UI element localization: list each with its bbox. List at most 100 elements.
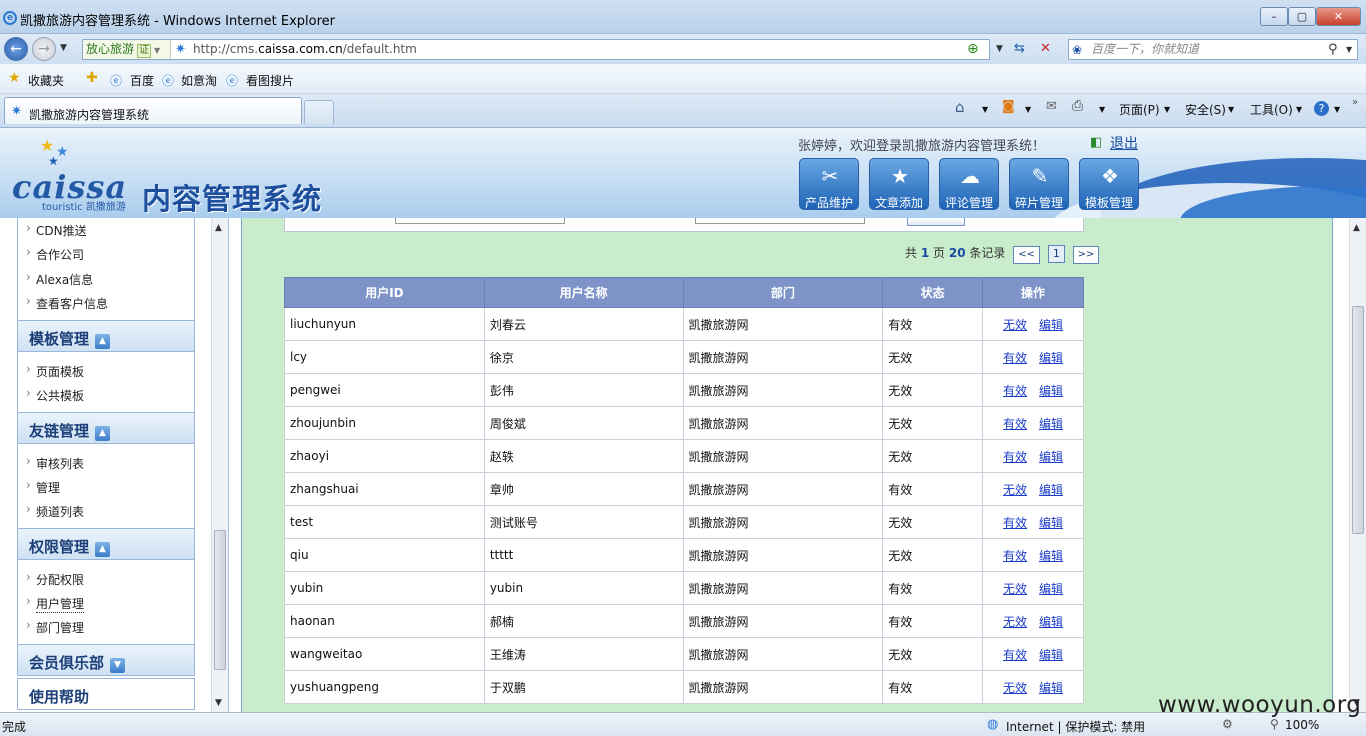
address-input[interactable]: 放心旅游证 ▼ ✷ http://cms.caissa.com.cn/defaul… [82,39,990,60]
edit-link[interactable]: 编辑 [1039,582,1063,596]
sidebar-item-partners[interactable]: 合作公司 [26,245,84,263]
sidebar-item-public-template[interactable]: 公共模板 [26,386,84,404]
sidebar-section-links[interactable]: 友链管理 ▲ [17,412,195,444]
sidebar-section-club[interactable]: 会员俱乐部 ▼ [17,644,195,676]
safety-menu[interactable]: 安全(S) [1185,101,1226,118]
toggle-status-link[interactable]: 无效 [1003,615,1027,629]
search-button[interactable] [907,218,965,226]
favorite-link-ruyitao[interactable]: 如意淘 [181,72,217,89]
add-ons-icon[interactable]: ⚙ [1222,717,1233,731]
department-select[interactable] [395,218,565,224]
chevron-right-icon[interactable]: » [1352,97,1358,108]
sidebar-section-help[interactable]: 使用帮助 [17,678,195,710]
scroll-up-icon[interactable]: ▲ [1353,223,1360,233]
sidebar-scrollbar[interactable]: ▲ ▼ [211,218,228,712]
zoom-level[interactable]: 100% [1285,718,1319,732]
zoom-icon[interactable]: ⚲ [1270,717,1279,731]
security-zone[interactable]: Internet | 保护模式: 禁用 [1006,718,1145,735]
history-dropdown-icon[interactable]: ▼ [60,43,67,53]
scroll-up-icon[interactable]: ▲ [215,223,222,233]
toggle-status-link[interactable]: 无效 [1003,582,1027,596]
tools-menu[interactable]: 工具(O) [1250,101,1293,118]
edit-link[interactable]: 编辑 [1039,615,1063,629]
edit-link[interactable]: 编辑 [1039,549,1063,563]
product-maintain-button[interactable]: ✂ 产品维护 [799,158,859,210]
favorites-button[interactable]: 收藏夹 [28,72,64,89]
favorite-link-kantu[interactable]: 看图搜片 [246,72,294,89]
status-select[interactable] [695,218,865,224]
edit-link[interactable]: 编辑 [1039,483,1063,497]
prev-page-button[interactable]: << [1013,246,1041,264]
sidebar-item-manage[interactable]: 管理 [26,478,60,496]
collapse-icon[interactable]: ▲ [95,542,111,557]
sidebar-section-template[interactable]: 模板管理 ▲ [17,320,195,352]
refresh-icon[interactable]: ⇆ [1014,41,1025,56]
minimize-button[interactable]: – [1260,7,1288,26]
edit-link[interactable]: 编辑 [1039,318,1063,332]
feed-dropdown-icon[interactable]: ▼ [1025,105,1031,114]
home-icon[interactable]: ⌂ [955,98,965,116]
edit-link[interactable]: 编辑 [1039,384,1063,398]
next-page-button[interactable]: >> [1072,246,1100,264]
toggle-status-link[interactable]: 有效 [1003,351,1027,365]
sidebar-item-channel-list[interactable]: 频道列表 [26,502,84,520]
edit-link[interactable]: 编辑 [1039,351,1063,365]
collapse-icon[interactable]: ▲ [95,334,111,349]
edit-link[interactable]: 编辑 [1039,450,1063,464]
home-dropdown-icon[interactable]: ▼ [982,105,988,114]
sidebar-item-page-template[interactable]: 页面模板 [26,362,84,380]
address-dropdown-icon[interactable]: ▼ [996,44,1003,54]
edit-link[interactable]: 编辑 [1039,681,1063,695]
article-add-button[interactable]: ★ 文章添加 [869,158,929,210]
help-dropdown-icon[interactable]: ▼ [1334,105,1340,114]
toggle-status-link[interactable]: 有效 [1003,648,1027,662]
main-scrollbar[interactable]: ▲ ▼ [1349,218,1366,712]
toggle-status-link[interactable]: 有效 [1003,450,1027,464]
stop-icon[interactable]: ✕ [1040,41,1051,56]
toggle-status-link[interactable]: 有效 [1003,516,1027,530]
certificate-badge[interactable]: 证 [137,44,152,58]
search-dropdown-icon[interactable]: ▼ [1346,45,1352,54]
new-tab-button[interactable] [304,100,334,124]
tab-active[interactable]: ✷ 凯撒旅游内容管理系统 [4,97,302,124]
current-page-button[interactable]: 1 [1047,245,1065,263]
sidebar-item-user-manage[interactable]: 用户管理 [26,594,85,613]
mail-icon[interactable]: ✉ [1046,99,1057,114]
search-icon[interactable]: ⚲ [1328,42,1338,57]
rss-feed-icon[interactable]: ◙ [1002,99,1015,114]
edit-link[interactable]: 编辑 [1039,648,1063,662]
back-button[interactable]: ← [4,37,28,61]
page-menu[interactable]: 页面(P) [1119,101,1160,118]
scrollbar-thumb[interactable] [1352,306,1364,534]
scroll-down-icon[interactable]: ▼ [215,698,222,708]
toggle-status-link[interactable]: 有效 [1003,417,1027,431]
sidebar-section-permissions[interactable]: 权限管理 ▲ [17,528,195,560]
scrollbar-thumb[interactable] [214,530,226,670]
tools-dropdown-icon[interactable]: ▼ [1296,105,1302,114]
page-dropdown-icon[interactable]: ▼ [1164,105,1170,114]
collapse-icon[interactable]: ▲ [95,426,111,441]
comment-manage-button[interactable]: ☁ 评论管理 [939,158,999,210]
sidebar-item-alexa[interactable]: Alexa信息 [26,270,93,288]
toggle-status-link[interactable]: 有效 [1003,384,1027,398]
toggle-status-link[interactable]: 无效 [1003,681,1027,695]
toggle-status-link[interactable]: 无效 [1003,483,1027,497]
toggle-status-link[interactable]: 无效 [1003,318,1027,332]
toggle-status-link[interactable]: 有效 [1003,549,1027,563]
edit-link[interactable]: 编辑 [1039,516,1063,530]
expand-icon[interactable]: ▼ [110,658,126,673]
sidebar-item-assign-permissions[interactable]: 分配权限 [26,570,84,588]
edit-link[interactable]: 编辑 [1039,417,1063,431]
forward-button[interactable]: → [32,37,56,61]
print-dropdown-icon[interactable]: ▼ [1099,105,1105,114]
sidebar-item-cdn[interactable]: CDN推送 [26,221,87,239]
zone-dropdown-icon[interactable]: ▼ [154,46,160,55]
print-icon[interactable]: ⎙ [1072,98,1083,114]
compatibility-icon[interactable]: ⊕ [967,41,979,57]
safety-dropdown-icon[interactable]: ▼ [1228,105,1234,114]
sidebar-item-customers[interactable]: 查看客户信息 [26,294,108,312]
fragment-manage-button[interactable]: ✎ 碎片管理 [1009,158,1069,210]
favorite-link-baidu[interactable]: 百度 [130,72,154,89]
sidebar-item-dept-manage[interactable]: 部门管理 [26,618,84,636]
logout-link[interactable]: 退出 [1110,133,1138,153]
